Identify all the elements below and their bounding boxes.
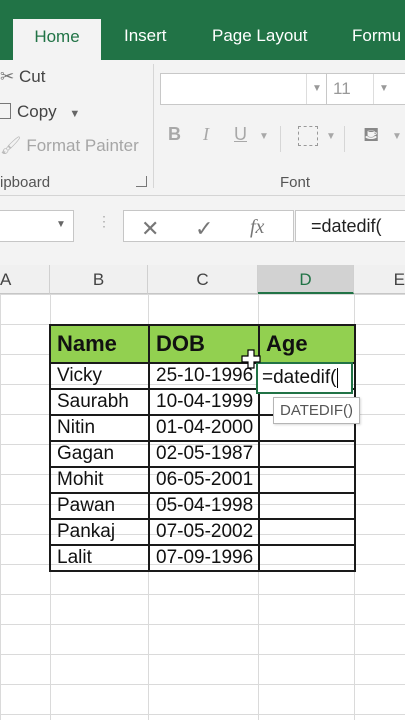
dob-cell[interactable]: 07-05-2002	[148, 518, 260, 546]
clipboard-group-label: ipboard	[0, 174, 51, 191]
font-group-label: Font	[280, 174, 311, 191]
fill-color-dropdown-icon[interactable]: ▼	[392, 131, 402, 142]
font-size-value: 11	[333, 79, 351, 98]
table-row: Lalit 07-09-1996	[49, 544, 356, 572]
font-size-dropdown-icon[interactable]: ▼	[373, 74, 394, 104]
font-size-combobox[interactable]: 11 ▼	[326, 73, 405, 105]
name-cell[interactable]: Nitin	[49, 414, 150, 442]
cell-select-cursor-icon	[241, 349, 261, 369]
dob-cell[interactable]: 02-05-1987	[148, 440, 260, 468]
column-header-a[interactable]: A	[0, 265, 50, 294]
name-box[interactable]: ▼	[0, 210, 74, 242]
format-separator	[280, 126, 281, 152]
dob-cell[interactable]: 06-05-2001	[148, 466, 260, 494]
cut-label: Cut	[18, 67, 46, 86]
scissors-icon: ✂	[0, 67, 15, 86]
name-cell[interactable]: Pawan	[49, 492, 150, 520]
tab-insert[interactable]: Insert	[124, 26, 167, 46]
column-header-b[interactable]: B	[50, 265, 148, 294]
borders-icon[interactable]	[298, 126, 318, 146]
name-cell[interactable]: Saurabh	[49, 388, 150, 416]
table-row: Pawan 05-04-1998	[49, 492, 356, 520]
ribbon-home-panel: ✂ Cut Copy ▼ 🖌 Format Painter ipboard ▼ …	[0, 60, 405, 196]
age-cell[interactable]	[258, 518, 356, 546]
formula-bar: ▼ ⋮ ✕ ✓ fx =datedif(	[0, 196, 405, 265]
active-cell-editor[interactable]: =datedif(	[256, 362, 353, 394]
ribbon-tab-strip: Home Insert Page Layout Formu	[0, 0, 405, 60]
cut-button[interactable]: ✂ Cut	[0, 67, 45, 87]
dob-cell[interactable]: 10-04-1999	[148, 388, 260, 416]
formula-input[interactable]: =datedif(	[295, 210, 405, 242]
table-row: Mohit 06-05-2001	[49, 466, 356, 494]
table-row: Pankaj 07-05-2002	[49, 518, 356, 546]
age-cell[interactable]	[258, 492, 356, 520]
header-cell-age[interactable]: Age	[258, 324, 356, 364]
header-cell-name[interactable]: Name	[49, 324, 150, 364]
function-autocomplete-tooltip[interactable]: DATEDIF()	[273, 397, 361, 424]
name-cell[interactable]: Mohit	[49, 466, 150, 494]
format-painter-label: Format Painter	[26, 136, 139, 155]
text-caret	[337, 367, 339, 388]
underline-dropdown-icon[interactable]: ▼	[259, 131, 269, 142]
name-cell[interactable]: Vicky	[49, 362, 150, 390]
dob-cell[interactable]: 05-04-1998	[148, 492, 260, 520]
table-row: Gagan 02-05-1987	[49, 440, 356, 468]
copy-icon	[0, 103, 11, 119]
age-cell[interactable]	[258, 544, 356, 572]
formula-bar-grip-icon: ⋮	[97, 213, 111, 229]
name-cell[interactable]: Lalit	[49, 544, 150, 572]
enter-formula-icon[interactable]: ✓	[195, 216, 213, 242]
format-painter-button[interactable]: 🖌 Format Painter	[0, 136, 139, 156]
copy-button[interactable]: Copy ▼	[0, 102, 80, 122]
cancel-formula-icon[interactable]: ✕	[141, 216, 159, 242]
name-cell[interactable]: Gagan	[49, 440, 150, 468]
italic-button[interactable]: I	[203, 124, 209, 145]
name-cell[interactable]: Pankaj	[49, 518, 150, 546]
dob-cell[interactable]: 01-04-2000	[148, 414, 260, 442]
fill-color-icon[interactable]: ⛾	[363, 124, 379, 149]
font-name-combobox[interactable]: ▼	[160, 73, 328, 105]
tab-page-layout[interactable]: Page Layout	[212, 26, 307, 46]
borders-dropdown-icon[interactable]: ▼	[326, 131, 336, 142]
age-cell[interactable]	[258, 440, 356, 468]
font-name-dropdown-icon[interactable]: ▼	[306, 74, 327, 104]
dialog-launcher-icon[interactable]	[136, 176, 147, 187]
dob-cell[interactable]: 07-09-1996	[148, 544, 260, 572]
group-separator	[153, 64, 154, 188]
paintbrush-icon: 🖌	[0, 136, 22, 155]
bold-button[interactable]: B	[168, 124, 181, 145]
tab-formulas[interactable]: Formu	[352, 26, 401, 46]
column-header-d[interactable]: D	[258, 265, 354, 294]
table-header-row: Name DOB Age	[49, 324, 356, 364]
format-separator	[344, 126, 345, 152]
name-box-dropdown-icon[interactable]: ▼	[56, 219, 66, 230]
column-header-e[interactable]: E	[354, 265, 405, 294]
underline-button[interactable]: U	[234, 124, 247, 145]
age-cell[interactable]	[258, 466, 356, 494]
column-header-c[interactable]: C	[148, 265, 258, 294]
copy-label: Copy	[17, 102, 57, 121]
insert-function-icon[interactable]: fx	[250, 216, 264, 239]
tab-home[interactable]: Home	[13, 19, 101, 60]
copy-dropdown-icon[interactable]: ▼	[69, 108, 80, 120]
active-cell-text: =datedif(	[262, 367, 337, 388]
